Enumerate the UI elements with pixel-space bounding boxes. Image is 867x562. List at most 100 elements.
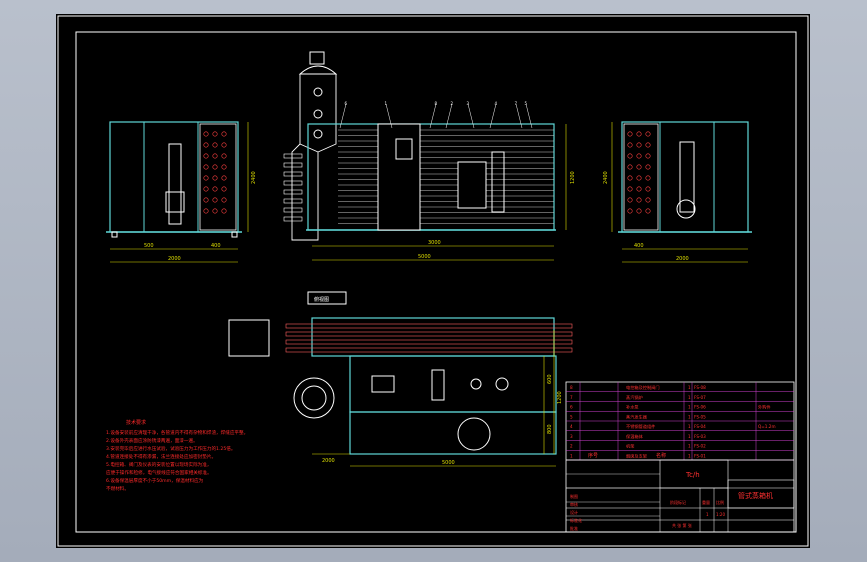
parts-cell: FS-02 — [694, 444, 706, 449]
port-hole — [203, 142, 209, 148]
port-hole — [221, 197, 227, 203]
parts-cell: FS-07 — [694, 395, 706, 400]
balloon-number: 6 — [345, 101, 348, 106]
footer-labels: 制图审核设计标准化批准 — [570, 493, 582, 531]
port-hole — [212, 142, 218, 148]
right-port-group — [627, 131, 651, 214]
inlet-stub — [283, 198, 303, 204]
parts-cell: 烟囱及支架 — [626, 452, 647, 459]
port-hole — [203, 164, 209, 170]
dim-front-height: 1200 — [570, 171, 576, 184]
port-hole — [636, 142, 642, 148]
notes-lines: 1.设备安装前应清理干净，各管道内不得有杂物和焊渣，焊缝应平整。2.设备外壳表面… — [106, 429, 248, 492]
port-hole — [212, 131, 218, 137]
parts-cell: 蒸汽发生器 — [626, 413, 648, 420]
port-hole — [221, 208, 227, 214]
port-hole — [221, 175, 227, 181]
balloon-number: 4 — [495, 101, 498, 106]
header-label: 名称 — [656, 452, 666, 459]
left-view-frame — [109, 121, 239, 233]
stage-label: 阶段标记 — [670, 499, 686, 505]
inlet-stub — [283, 189, 303, 195]
note-line: 5.电控箱、阀门及仪表的安装位置以现场实际为准， — [106, 461, 211, 468]
header-label: 序号 — [588, 452, 598, 459]
parts-cell: 4 — [570, 424, 573, 429]
parts-cell: 蒸汽锅炉 — [626, 394, 643, 401]
technical-notes: 技术要求 1.设备安装前应清理干净，各管道内不得有杂物和焊渣，焊缝应平整。2.设… — [106, 419, 248, 492]
inlet-stub — [283, 180, 303, 186]
parts-cell: FS-08 — [694, 385, 706, 390]
port-hole — [221, 164, 227, 170]
plan-chimney — [293, 377, 335, 419]
dim-plan-h3: 600 — [547, 374, 553, 384]
port-hole — [212, 208, 218, 214]
balloon-number: 8 — [435, 101, 438, 106]
inlet-stub — [283, 171, 303, 177]
plan-chimney-inner — [301, 385, 327, 411]
port-hole — [627, 164, 633, 170]
port-hole — [627, 153, 633, 159]
side-box — [228, 319, 270, 357]
chimney-port — [313, 87, 323, 97]
front-pipe-bundle — [338, 129, 554, 224]
note-line: 不燃材料。 — [106, 485, 129, 492]
port-hole — [636, 197, 642, 203]
parts-cell: 5 — [570, 414, 573, 419]
inlet-stub — [283, 216, 303, 222]
parts-list: 8 电控箱及控制阀门 FS-0817 蒸汽锅炉 FS-0716 补水泵 FS-061 外购件5… — [566, 382, 794, 461]
port-hole — [212, 186, 218, 192]
plan-valve — [431, 369, 445, 401]
footer-label: 设计 — [570, 509, 578, 515]
port-hole — [645, 131, 651, 137]
plan-view: 俯视图 5000 2000 1200 800 600 — [228, 291, 573, 467]
port-hole — [221, 131, 227, 137]
parts-cell: 1 — [688, 414, 691, 419]
plan-tube — [285, 323, 573, 329]
plan-base-frame — [349, 355, 557, 413]
port-hole — [636, 164, 642, 170]
port-hole — [212, 197, 218, 203]
parts-cell: Q=1.2m — [758, 424, 776, 429]
parts-cell: 1 — [688, 395, 691, 400]
port-hole — [636, 175, 642, 181]
inlet-stub — [283, 153, 303, 159]
port-hole — [203, 208, 209, 214]
parts-cell: 3 — [570, 434, 573, 439]
parts-cell: 保温箱体 — [626, 433, 644, 440]
scale-label: 比例 — [716, 499, 724, 505]
port-hole — [203, 131, 209, 137]
footer-label: 制图 — [570, 493, 578, 499]
parts-cell: 8 — [570, 385, 573, 390]
port-hole — [221, 153, 227, 159]
port-hole — [627, 142, 633, 148]
inlet-stub — [283, 162, 303, 168]
footer-label: 审核 — [570, 501, 578, 507]
front-view: 1 2 3 4 5 6 7 8 3000 5000 1200 — [283, 51, 576, 261]
port-hole — [212, 153, 218, 159]
port-hole — [203, 197, 209, 203]
right-view-column — [679, 141, 695, 213]
note-line: 2.设备外壳表面应涂防锈漆两遍，面漆一遍。 — [106, 437, 198, 444]
front-inlet-stubs — [283, 153, 303, 222]
dim-plan-h1: 1200 — [557, 391, 563, 404]
parts-cell: 1 — [688, 385, 691, 390]
port-hole — [203, 175, 209, 181]
dim-plan-side: 2000 — [322, 458, 335, 464]
weight-label: 重量 — [702, 499, 710, 505]
plan-flange — [470, 378, 482, 390]
parts-cell: FS-03 — [694, 434, 706, 439]
chimney-cap — [309, 51, 325, 65]
parts-cell: FS-04 — [694, 424, 706, 429]
control-cabinet — [377, 123, 421, 231]
front-frame — [307, 123, 555, 231]
port-hole — [636, 153, 642, 159]
port-hole — [645, 153, 651, 159]
balloon-number: 5 — [525, 101, 528, 106]
port-hole — [645, 186, 651, 192]
port-hole — [627, 175, 633, 181]
plan-burner — [457, 417, 491, 451]
dim-right-height: 2400 — [603, 171, 609, 184]
plan-pump — [371, 375, 395, 393]
plan-lower-frame — [349, 411, 557, 455]
left-side-view: 500 400 2000 2400 — [106, 121, 257, 263]
